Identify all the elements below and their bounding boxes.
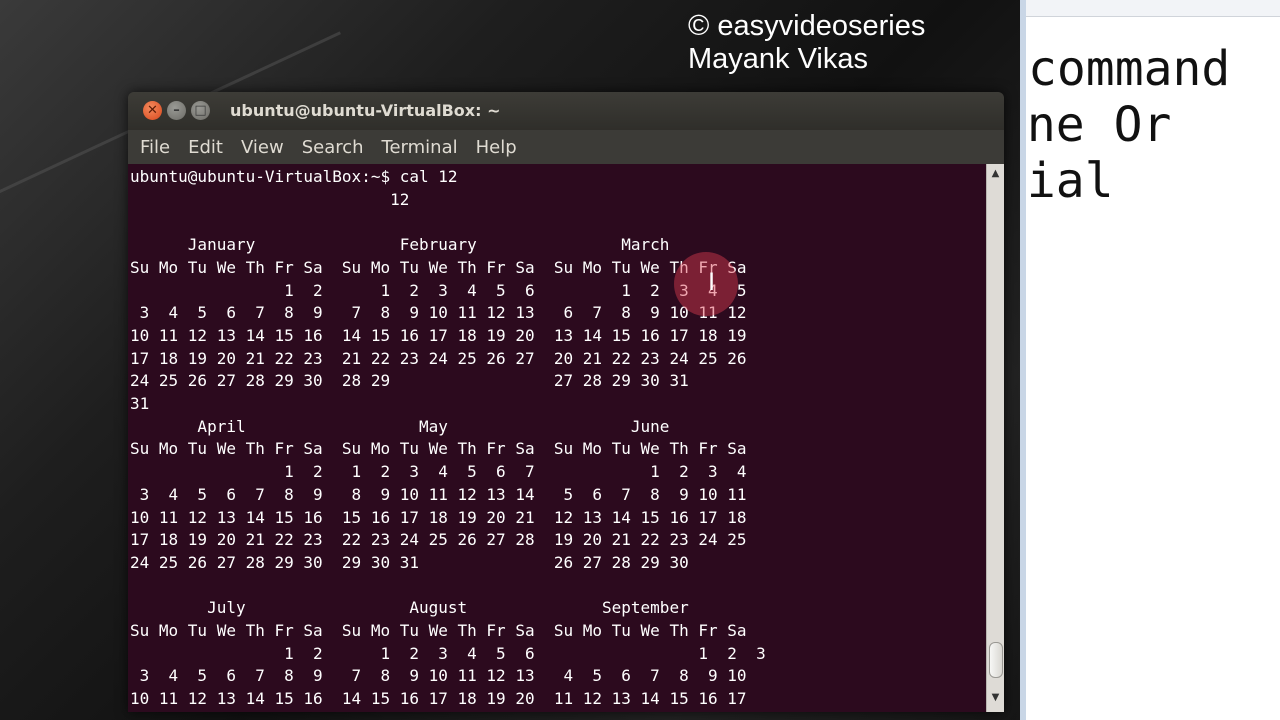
menu-terminal[interactable]: Terminal [382,137,458,158]
menu-bar: File Edit View Search Terminal Help [128,130,1004,164]
terminal-prompt: ubuntu@ubuntu-VirtualBox:~$ [130,167,400,186]
window-title: ubuntu@ubuntu-VirtualBox: ~ [230,101,501,120]
terminal-output: 12 January February March Su Mo Tu We Th… [130,189,766,709]
terminal-area[interactable]: ubuntu@ubuntu-VirtualBox:~$ cal 12 12 Ja… [128,164,986,712]
window-titlebar[interactable]: ✕ – □ ubuntu@ubuntu-VirtualBox: ~ [128,92,1004,130]
background-document: command ine Or rial [1020,0,1280,720]
watermark: © easyvideoseries Mayank Vikas [688,10,925,76]
watermark-line1: © easyvideoseries [688,10,926,42]
terminal-command: cal 12 [399,167,458,186]
document-line2: ine Or [1026,97,1172,153]
menu-edit[interactable]: Edit [188,137,223,158]
menu-view[interactable]: View [241,137,284,158]
scroll-down-arrow-icon[interactable]: ▼ [987,690,1004,706]
text-cursor-icon: I [708,268,716,296]
mouse-cursor-highlight [674,252,738,316]
document-line3: rial [1026,153,1114,209]
scroll-thumb[interactable] [989,642,1003,678]
menu-file[interactable]: File [140,137,170,158]
terminal-text[interactable]: ubuntu@ubuntu-VirtualBox:~$ cal 12 12 Ja… [128,164,986,711]
menu-search[interactable]: Search [302,137,364,158]
menu-help[interactable]: Help [476,137,517,158]
watermark-line2: Mayank Vikas [688,43,868,75]
document-topbar [1026,0,1280,17]
scroll-up-arrow-icon[interactable]: ▲ [987,166,1004,182]
document-line1: command [1028,41,1231,97]
terminal-scrollbar[interactable]: ▲ ▼ [986,164,1004,712]
terminal-window: ✕ – □ ubuntu@ubuntu-VirtualBox: ~ File E… [128,92,1004,712]
